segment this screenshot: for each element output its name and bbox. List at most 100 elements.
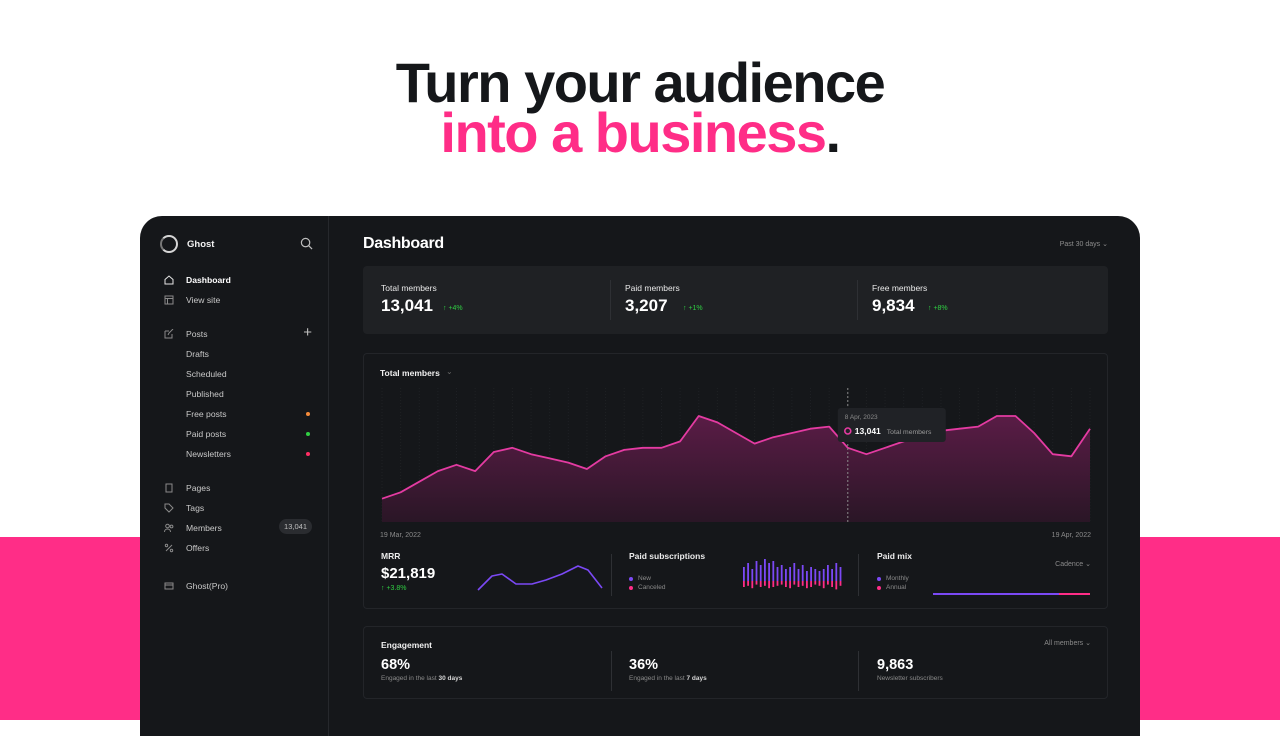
date-range-select[interactable]: Past 30 days ⌄ (1060, 240, 1108, 248)
paid-mix-widget[interactable]: Paid mix Monthly Annual (877, 551, 912, 591)
tag-icon (164, 503, 174, 513)
paid-subs-title: Paid subscriptions (629, 551, 705, 561)
sidebar-item-free-posts[interactable]: Free posts (186, 409, 310, 419)
canceled-subscriptions-bar (793, 581, 795, 585)
canceled-subscriptions-bar (840, 581, 842, 586)
app-window: Ghost Dashboard View site Posts + Drafts… (140, 216, 1140, 736)
sidebar-item-label: View site (186, 295, 220, 305)
sidebar-item-scheduled[interactable]: Scheduled (186, 369, 334, 379)
stat-label: Total members (381, 283, 437, 293)
members-area-chart[interactable]: 8 Apr, 202313,041Total members (380, 388, 1092, 524)
cadence-select[interactable]: Cadence ⌄ (1055, 560, 1091, 568)
canceled-subscriptions-bar (747, 581, 749, 586)
canceled-subscriptions-bar (789, 581, 791, 588)
sidebar-item-view-site[interactable]: View site (164, 295, 312, 305)
canceled-subscriptions-bar (781, 581, 783, 585)
home-icon (164, 275, 174, 285)
new-subscriptions-bar (798, 569, 800, 581)
tooltip-value: 13,041 (855, 426, 881, 436)
canceled-subscriptions-bar (814, 581, 816, 585)
metric-subtitle-bold: 7 days (686, 675, 706, 682)
sidebar-item-label: Dashboard (186, 275, 231, 285)
sidebar-item-paid-posts[interactable]: Paid posts (186, 429, 310, 439)
engagement-7-days: 36% Engaged in the last 7 days (629, 657, 707, 682)
new-subscriptions-bar (823, 569, 825, 581)
sidebar-item-posts[interactable]: Posts + (164, 329, 312, 339)
add-post-icon[interactable]: + (303, 324, 312, 341)
paid-subscriptions-bars (742, 557, 844, 597)
new-subscriptions-bar (840, 567, 842, 581)
stat-change: ↑ +8% (928, 305, 948, 312)
legend-annual: Annual (877, 584, 912, 591)
legend-label: New (638, 575, 651, 582)
new-subscriptions-bar (760, 565, 762, 581)
sidebar-item-offers[interactable]: Offers (164, 543, 312, 553)
brand[interactable]: Ghost (160, 235, 214, 253)
sidebar-item-tags[interactable]: Tags (164, 503, 312, 513)
legend-monthly: Monthly (877, 575, 912, 582)
stat-paid-members[interactable]: Paid members 3,207 ↑ +1% (625, 266, 845, 334)
sidebar-item-members[interactable]: Members 13,041 (164, 523, 312, 533)
canceled-subscriptions-bar (756, 581, 758, 585)
chart-title[interactable]: Total members (380, 368, 440, 378)
metric-value: 36% (629, 657, 707, 673)
canceled-subscriptions-bar (760, 581, 762, 587)
chart-end-date: 19 Apr, 2022 (1052, 532, 1091, 539)
main-content: Dashboard Past 30 days ⌄ Total members 1… (363, 216, 1108, 736)
new-subscriptions-bar (835, 563, 837, 581)
stat-label: Paid members (625, 283, 680, 293)
legend-label: Canceled (638, 584, 665, 591)
paid-subscriptions-widget[interactable]: Paid subscriptions New Canceled (629, 551, 705, 591)
mrr-sparkline (476, 562, 606, 592)
new-subscriptions-bar (772, 561, 774, 581)
engagement-30-days: 68% Engaged in the last 30 days (381, 657, 462, 682)
sidebar-item-dashboard[interactable]: Dashboard (164, 275, 312, 285)
chevron-down-icon[interactable]: ⌄ (446, 367, 453, 376)
hero-headline: Turn your audience into a business. (0, 58, 1280, 158)
canceled-subscriptions-bar (835, 581, 837, 589)
sidebar-item-drafts[interactable]: Drafts (186, 349, 334, 359)
sidebar-item-newsletters[interactable]: Newsletters (186, 449, 310, 459)
sidebar-item-label: Tags (186, 503, 204, 513)
layout-icon (164, 295, 174, 305)
mrr-widget[interactable]: MRR $21,819 ↑ +3.8% (381, 551, 435, 592)
canceled-subscriptions-bar (827, 581, 829, 585)
sidebar-item-published[interactable]: Published (186, 389, 334, 399)
chart-area-fill (382, 416, 1090, 522)
card-icon (164, 581, 174, 591)
metric-value: 68% (381, 657, 462, 673)
legend-label: Annual (886, 584, 906, 591)
sidebar-item-pages[interactable]: Pages (164, 483, 312, 493)
new-subscriptions-bar (827, 565, 829, 581)
members-count-badge: 13,041 (279, 519, 312, 534)
search-icon[interactable] (300, 237, 313, 250)
sidebar-item-label: Offers (186, 543, 209, 553)
stat-total-members[interactable]: Total members 13,041 ↑ +4% (381, 266, 601, 334)
canceled-subscriptions-bar (802, 581, 804, 586)
legend-new: New (629, 575, 705, 582)
divider (858, 554, 859, 596)
divider (858, 651, 859, 691)
stat-free-members[interactable]: Free members 9,834 ↑ +8% (872, 266, 1092, 334)
page-title: Dashboard (363, 235, 444, 253)
divider (611, 554, 612, 596)
chevron-down-icon: ⌄ (1102, 241, 1108, 248)
stat-value: 13,041 (381, 296, 433, 316)
sidebar-item-label: Posts (186, 329, 208, 339)
new-subscriptions-bar (810, 567, 812, 581)
engagement-filter-select[interactable]: All members ⌄ (1044, 639, 1091, 647)
new-subscriptions-bar (819, 571, 821, 581)
sidebar-item-label: Pages (186, 483, 210, 493)
metric-subtitle-text: Engaged in the last (629, 675, 685, 682)
new-subscriptions-bar (777, 567, 779, 581)
metric-subtitle-text: Engaged in the last (381, 675, 437, 682)
engagement-title: Engagement (381, 640, 432, 650)
metric-value: 9,863 (877, 657, 943, 673)
canceled-subscriptions-bar (819, 581, 821, 586)
canceled-subscriptions-bar (777, 581, 779, 586)
date-range-label: Past 30 days (1060, 241, 1100, 248)
new-subscriptions-bar (743, 567, 745, 581)
sidebar: Ghost Dashboard View site Posts + Drafts… (140, 216, 329, 736)
sidebar-item-ghost-pro[interactable]: Ghost(Pro) (164, 581, 312, 591)
mrr-title: MRR (381, 551, 435, 561)
